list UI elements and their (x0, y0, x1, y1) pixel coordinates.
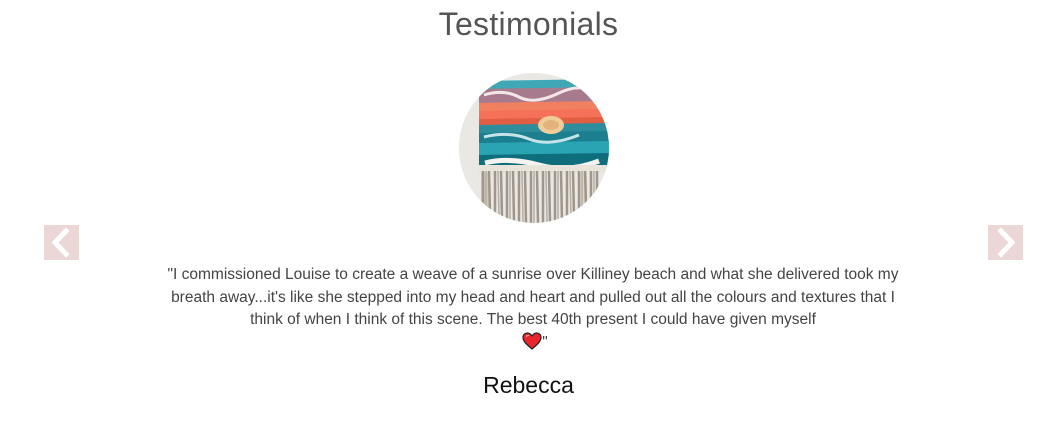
testimonials-section: Testimonials "I commissioned Louise to c… (0, 0, 1057, 422)
testimonial-author: Rebecca (483, 372, 574, 398)
chevron-left-icon (51, 227, 70, 258)
chevron-right-icon (997, 227, 1016, 258)
testimonial-photo (459, 73, 609, 223)
previous-testimonial-button[interactable] (44, 225, 79, 260)
section-title: Testimonials (438, 6, 619, 42)
quote-close-mark: " (542, 333, 548, 351)
red-heart-icon (522, 331, 542, 350)
quote-text: "I commissioned Louise to create a weave… (167, 266, 899, 328)
next-testimonial-button[interactable] (988, 225, 1023, 260)
testimonial-quote: "I commissioned Louise to create a weave… (163, 264, 903, 354)
